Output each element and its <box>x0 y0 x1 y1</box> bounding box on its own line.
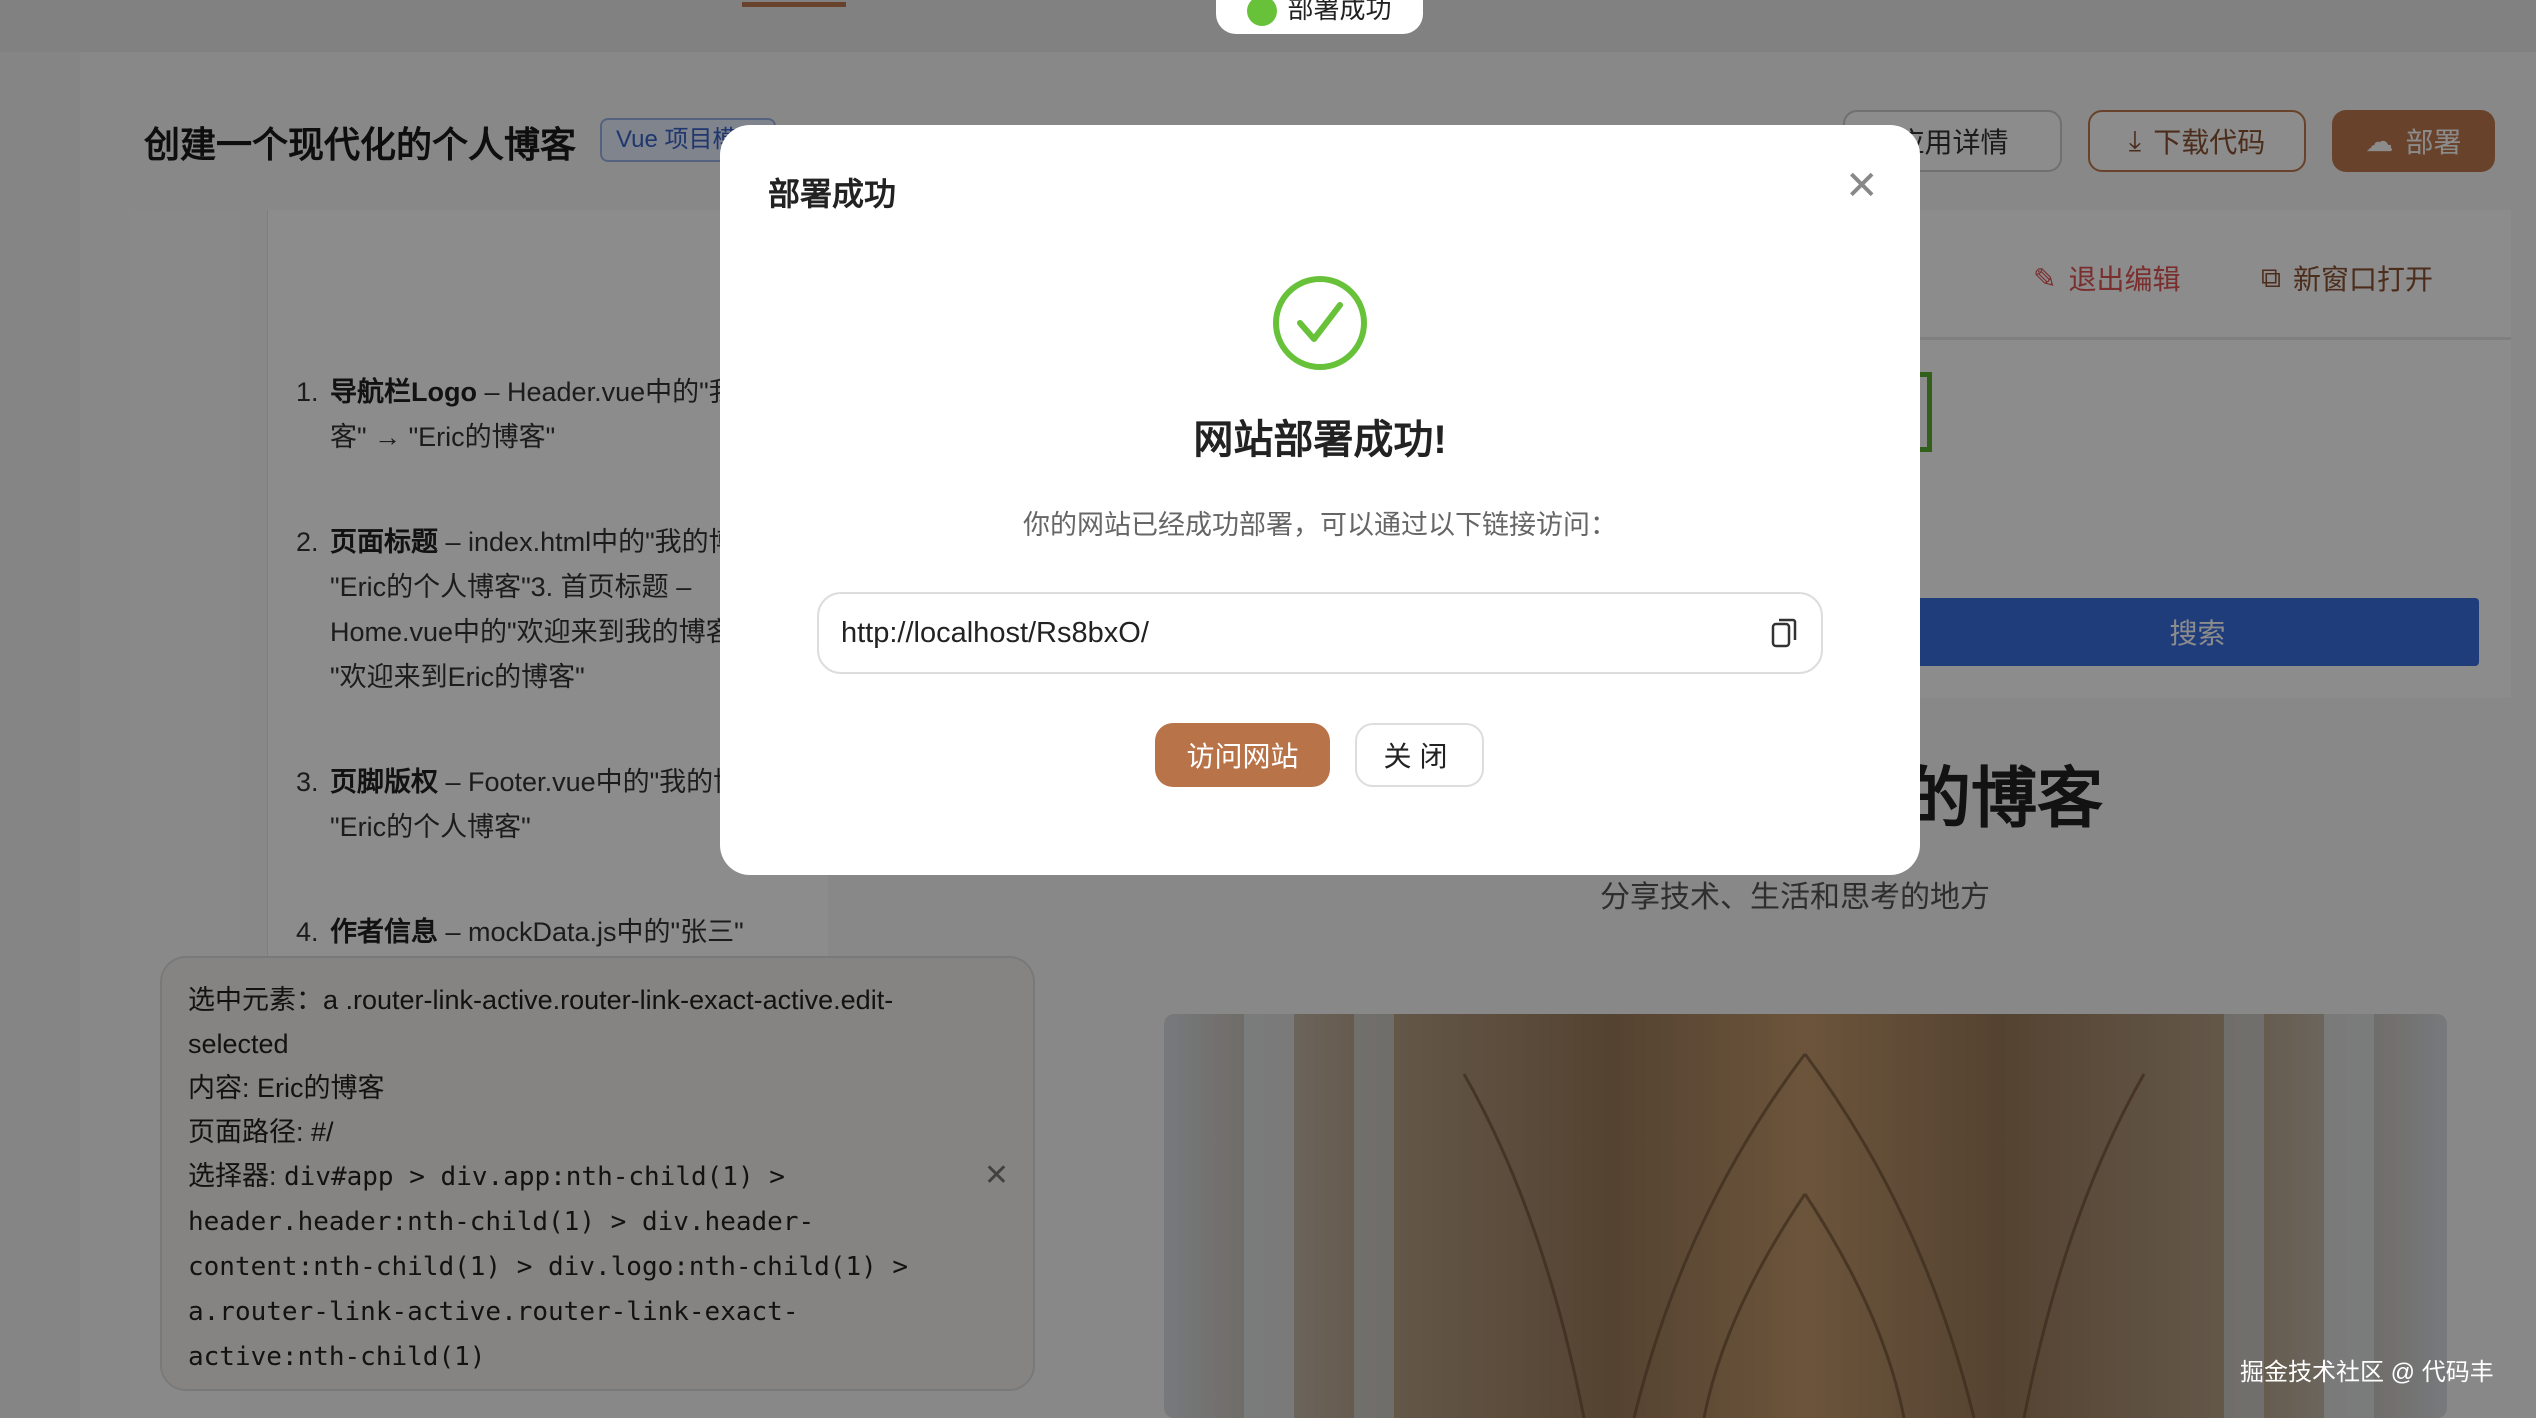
success-icon <box>1247 0 1277 26</box>
close-icon[interactable]: ✕ <box>1845 163 1879 209</box>
check-circle-icon <box>1272 275 1368 371</box>
dialog-title: 部署成功 <box>768 169 896 215</box>
success-toast: 部署成功 <box>1216 0 1423 34</box>
success-heading: 网站部署成功! <box>720 407 1920 465</box>
url-field <box>817 592 1823 674</box>
toast-message: 部署成功 <box>1287 0 1391 26</box>
visit-website-button[interactable]: 访问网站 <box>1155 723 1330 787</box>
watermark: 掘金技术社区 @ 代码丰 <box>2240 1352 2494 1387</box>
deployed-url-input[interactable] <box>841 617 1769 650</box>
close-button[interactable]: 关闭 <box>1355 723 1484 787</box>
success-description: 你的网站已经成功部署，可以通过以下链接访问： <box>720 503 1920 542</box>
copy-icon[interactable] <box>1769 616 1799 650</box>
deploy-success-dialog: 部署成功 ✕ 网站部署成功! 你的网站已经成功部署，可以通过以下链接访问： 访问… <box>720 125 1920 875</box>
